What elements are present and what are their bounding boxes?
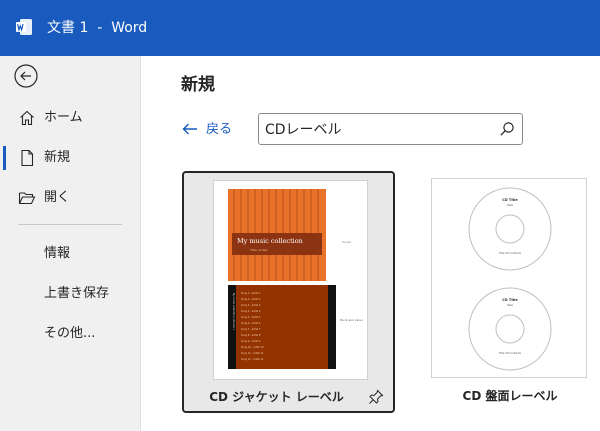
preview-track: Song 5 - Artist 5 — [241, 316, 261, 319]
pin-icon[interactable] — [368, 389, 384, 405]
back-link-label: 戻る — [206, 122, 233, 137]
preview-track: Song 4 - Artist 4 — [241, 310, 261, 313]
disc-title: CD Title — [502, 298, 518, 302]
home-icon — [20, 110, 34, 126]
preview-track: Song 9 - Artist 9 — [241, 340, 261, 343]
preview-track: Song 6 - Artist 6 — [241, 322, 261, 325]
preview-track: Song 7 - Artist 7 — [241, 328, 261, 331]
title-bar: 文書 1 - Word — [0, 0, 600, 56]
backstage-sidebar: ホーム 新規 開く 情報 上書き保存 その他... — [0, 56, 141, 431]
sidebar-item-open[interactable]: 開く — [0, 180, 140, 216]
sidebar-item-label: ホーム — [44, 110, 83, 125]
sidebar-divider — [18, 224, 122, 225]
preview-track: Song 1 - Artist 1 — [241, 292, 261, 295]
disc-contents: Title CD Contents — [499, 351, 522, 355]
template-card-cd-disc[interactable]: CD Title Date Title CD Contents CD Title… — [427, 171, 593, 413]
word-logo-icon — [16, 19, 32, 35]
preview-track: Song 3 - Artist 3 — [241, 304, 261, 307]
preview-track: Song 12 - Artist 12 — [241, 358, 264, 361]
main-panel: 新規 戻る CDレーベル My music collection Title o… — [141, 56, 600, 431]
preview-track: Song 2 - Artist 2 — [241, 298, 261, 301]
preview-spine-text: My music collection | Volume 1 — [232, 293, 235, 331]
template-card-cd-jacket[interactable]: My music collection Title of disc Cover … — [182, 171, 395, 413]
template-search-input[interactable] — [265, 118, 490, 140]
sidebar-item-info[interactable]: 情報 — [44, 245, 70, 263]
left-arrow-icon — [182, 123, 197, 135]
preview-track: Song 8 - Artist 8 — [241, 334, 261, 337]
page-title: 新規 — [181, 75, 215, 95]
folder-open-icon — [18, 192, 36, 205]
template-label: CD ジャケット レーベル — [209, 390, 344, 404]
window-title: 文書 1 - Word — [47, 20, 148, 36]
preview-heading: My music collection — [237, 237, 303, 245]
template-search-box[interactable] — [258, 113, 523, 145]
sidebar-item-more[interactable]: その他... — [44, 325, 95, 343]
preview-track: Song 11 - Artist 11 — [241, 352, 264, 355]
sidebar-item-label: 開く — [44, 190, 71, 205]
sidebar-item-save[interactable]: 上書き保存 — [44, 285, 109, 303]
template-thumbnail: My music collection Title of disc Cover … — [213, 180, 368, 380]
sidebar-item-home[interactable]: ホーム — [0, 100, 140, 136]
disc-date: Date — [507, 203, 513, 207]
preview-back-note: Back and sides — [340, 318, 363, 322]
sidebar-item-label: 新規 — [44, 150, 71, 165]
new-document-icon — [21, 149, 34, 167]
template-thumbnail: CD Title Date Title CD Contents CD Title… — [431, 178, 587, 378]
disc-date: Date — [507, 303, 513, 307]
preview-side-note: Cover — [342, 240, 352, 244]
disc-title: CD Title — [502, 198, 518, 202]
back-arrow-icon[interactable] — [12, 62, 40, 90]
cd-jacket-preview: My music collection Title of disc Cover … — [228, 189, 363, 369]
search-icon[interactable] — [499, 121, 515, 137]
preview-track: Song 10 - Artist 10 — [241, 346, 264, 349]
template-label: CD 盤面レーベル — [462, 389, 558, 403]
preview-subheading: Title of disc — [250, 248, 268, 252]
disc-contents: Title CD Contents — [499, 251, 522, 255]
sidebar-item-new[interactable]: 新規 — [0, 140, 140, 176]
cd-disc-preview: CD Title Date Title CD Contents CD Title… — [468, 187, 552, 371]
